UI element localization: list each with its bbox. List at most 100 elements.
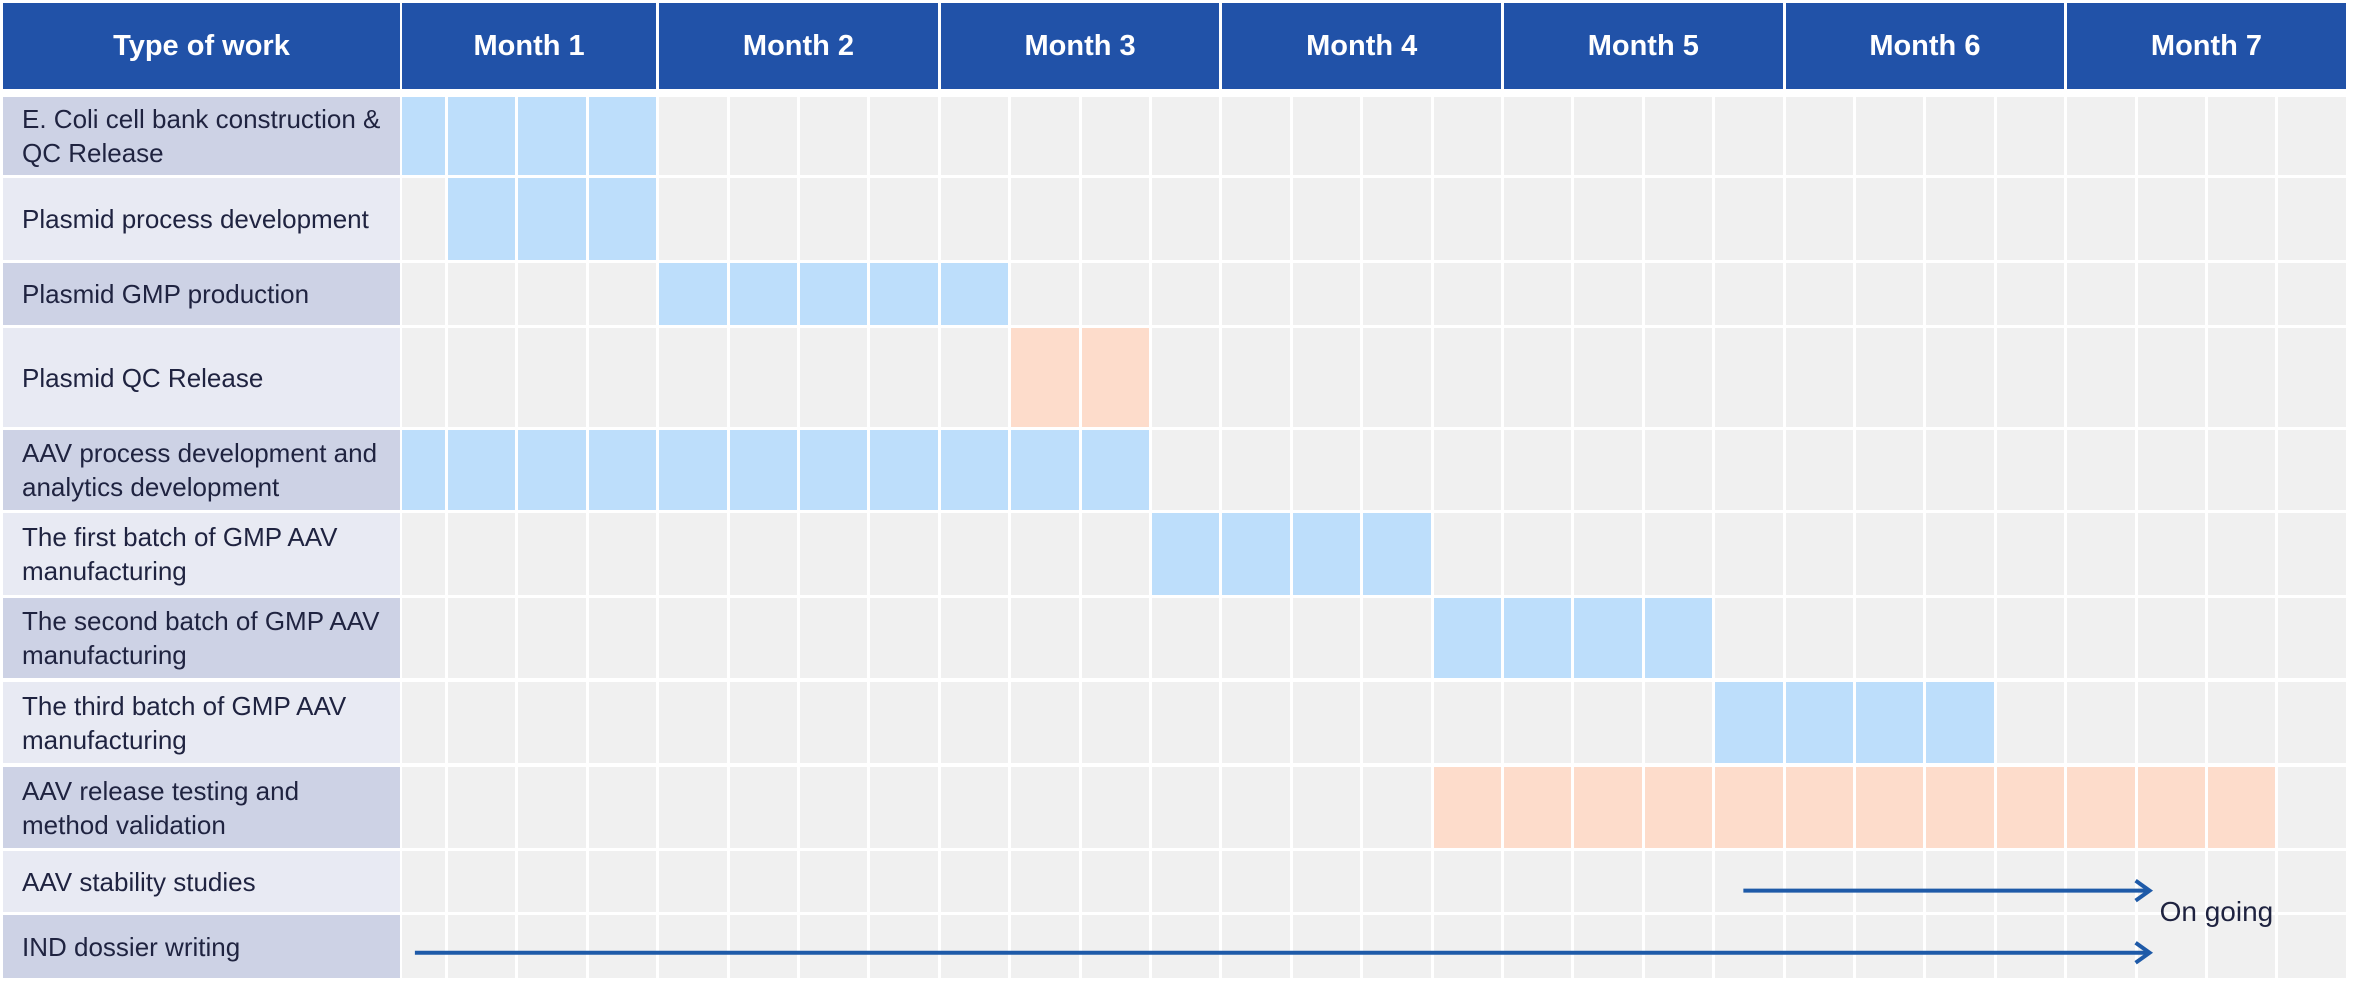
task-label: Plasmid GMP production (3, 263, 400, 325)
grid-cell (1292, 328, 1361, 427)
task-bar-segment (518, 97, 586, 175)
task-bar-segment (1785, 682, 1853, 763)
grid-cell (1574, 430, 1642, 510)
grid-cell (1785, 513, 1853, 595)
grid-cell (2208, 263, 2276, 325)
task-bar-segment (1715, 682, 1783, 763)
grid-cell (729, 328, 797, 427)
grid-cell (1996, 97, 2065, 175)
grid-cell (2137, 598, 2205, 678)
grid-cell (1785, 97, 1853, 175)
task-bar-segment (588, 430, 657, 510)
task-bar-segment (800, 263, 868, 325)
task-bar-segment (659, 263, 727, 325)
grid-cell (1926, 598, 1994, 678)
task-bar-segment (448, 430, 516, 510)
grid-cell (1644, 263, 1713, 325)
grid-cell (1363, 430, 1431, 510)
grid-cell (1504, 513, 1572, 595)
task-bar-segment (2208, 767, 2276, 848)
grid-cell (1433, 97, 1501, 175)
grid-cell (870, 598, 938, 678)
task-bar-segment (1433, 767, 1501, 848)
task-bar-segment (1292, 513, 1361, 595)
task-bar-segment (1011, 430, 1079, 510)
grid-cell (870, 915, 938, 978)
grid-cell (1011, 851, 1079, 912)
grid-cell (1644, 915, 1713, 978)
grid-cell (2137, 178, 2205, 260)
task-label: IND dossier writing (3, 915, 400, 978)
grid-cell (2278, 178, 2346, 260)
grid-cell (1152, 178, 1220, 260)
grid-cell (1081, 915, 1149, 978)
grid-cell (800, 97, 868, 175)
task-bar-segment (588, 178, 657, 260)
grid-cell (659, 513, 727, 595)
grid-cell (1856, 598, 1924, 678)
grid-cell (729, 178, 797, 260)
grid-cell (2137, 430, 2205, 510)
grid-cell (1856, 851, 1924, 912)
grid-cell (1996, 328, 2065, 427)
grid-cell (2137, 328, 2205, 427)
grid-cell (1996, 263, 2065, 325)
grid-cell (1926, 430, 1994, 510)
grid-cell (1644, 513, 1713, 595)
grid-cell (518, 682, 586, 763)
grid-cell (518, 328, 586, 427)
grid-cell (1363, 97, 1431, 175)
grid-cell (1081, 178, 1149, 260)
grid-cell (659, 915, 727, 978)
grid-cell (940, 598, 1009, 678)
task-bar-segment (1926, 682, 1994, 763)
grid-cell (1292, 97, 1361, 175)
grid-cell (1363, 851, 1431, 912)
task-bar-segment (1856, 767, 1924, 848)
grid-cell (659, 598, 727, 678)
task-bar-segment (659, 430, 727, 510)
grid-cell (1574, 263, 1642, 325)
task-bar-segment (448, 97, 516, 175)
header-month-6: Month 6 (1785, 3, 2065, 89)
grid-cell (402, 767, 445, 848)
grid-cell (1152, 767, 1220, 848)
grid-cell (518, 598, 586, 678)
grid-cell (1152, 682, 1220, 763)
grid-cell (402, 682, 445, 763)
grid-cell (1715, 328, 1783, 427)
grid-cell (1926, 851, 1994, 912)
task-bar-segment (1926, 767, 1994, 848)
grid-cell (1011, 513, 1079, 595)
grid-cell (1081, 851, 1149, 912)
grid-cell (870, 513, 938, 595)
grid-cell (1715, 915, 1783, 978)
grid-cell (2067, 430, 2135, 510)
task-bar-segment (940, 430, 1009, 510)
grid-cell (2208, 328, 2276, 427)
grid-cell (1222, 178, 1290, 260)
grid-cell (1292, 915, 1361, 978)
grid-cell (1504, 851, 1572, 912)
grid-cell (1222, 430, 1290, 510)
grid-cell (1222, 263, 1290, 325)
task-bar-segment (1222, 513, 1290, 595)
grid-cell (402, 263, 445, 325)
task-bar-segment (1715, 767, 1783, 848)
task-label: The third batch of GMP AAV manufacturing (3, 682, 400, 763)
grid-cell (729, 851, 797, 912)
grid-cell (1011, 178, 1079, 260)
grid-cell (1363, 263, 1431, 325)
grid-cell (1433, 513, 1501, 595)
task-bar-segment (1081, 430, 1149, 510)
task-bar-segment (1504, 598, 1572, 678)
grid-cell (518, 851, 586, 912)
header-month-5: Month 5 (1504, 3, 1783, 89)
grid-cell (1292, 598, 1361, 678)
grid-cell (2208, 598, 2276, 678)
grid-cell (1996, 915, 2065, 978)
grid-cell (1222, 682, 1290, 763)
task-bar-segment (1081, 328, 1149, 427)
task-bar-segment (448, 178, 516, 260)
grid-cell (1292, 178, 1361, 260)
